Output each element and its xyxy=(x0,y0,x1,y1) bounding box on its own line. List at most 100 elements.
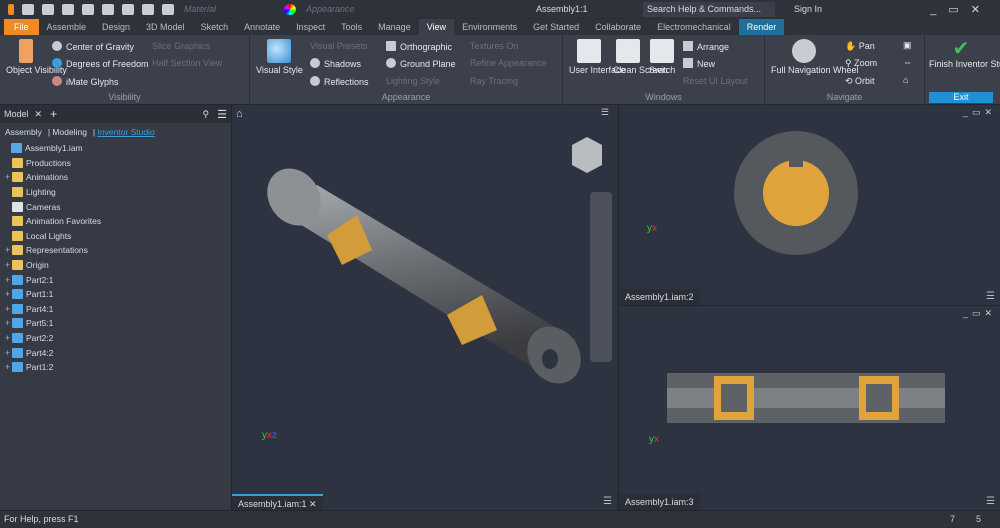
tab-inspect[interactable]: Inspect xyxy=(288,19,333,35)
zoom-button[interactable]: ⚲ Zoom xyxy=(845,58,877,69)
viewport-menu-icon[interactable]: ☰ xyxy=(986,496,995,507)
save-icon[interactable] xyxy=(62,3,74,15)
zoom-all-icon[interactable]: ⇔ xyxy=(903,57,912,67)
tree-node[interactable]: + Part4:2 xyxy=(0,345,231,360)
viewport-side[interactable]: _▭✕ yx Assembly1.iam:3 ☰ xyxy=(618,305,1000,510)
tree-node[interactable]: Cameras xyxy=(0,199,231,214)
tab-manage[interactable]: Manage xyxy=(370,19,419,35)
viewport-top[interactable]: _▭✕ yx Assembly1.iam:2 ☰ xyxy=(618,105,1000,305)
material-select[interactable]: Material xyxy=(184,4,254,14)
tree-node[interactable]: + Part2:1 xyxy=(0,272,231,287)
lighting-style-select[interactable]: Lighting Style xyxy=(386,76,440,86)
home-icon[interactable] xyxy=(122,3,134,15)
degrees-of-freedom-button[interactable]: Degrees of Freedom xyxy=(52,58,149,69)
tree-node[interactable]: + Origin xyxy=(0,258,231,273)
user-interface-button[interactable]: User Interface xyxy=(569,39,626,76)
undo-icon[interactable] xyxy=(82,3,94,15)
ray-tracing-button[interactable]: Ray Tracing xyxy=(470,76,518,86)
tree-node[interactable]: Animation Favorites xyxy=(0,214,231,229)
slice-graphics-button[interactable]: Slice Graphics xyxy=(152,41,210,51)
open-icon[interactable] xyxy=(42,3,54,15)
tree-node[interactable]: Productions xyxy=(0,156,231,171)
browser-tab-inventor-studio[interactable]: Inventor Studio xyxy=(98,127,155,137)
tab-sketch[interactable]: Sketch xyxy=(193,19,237,35)
tab-environments[interactable]: Environments xyxy=(454,19,525,35)
tree-node[interactable]: Local Lights xyxy=(0,229,231,244)
select-icon[interactable] xyxy=(162,3,174,15)
tab-assemble[interactable]: Assemble xyxy=(39,19,95,35)
browser-title-tab[interactable]: Model xyxy=(4,109,29,119)
orbit-button[interactable]: ⟲ Orbit xyxy=(845,76,875,87)
textures-on-button[interactable]: Textures On xyxy=(470,41,519,51)
finish-inventor-studio-button[interactable]: ✔Finish Inventor Studio xyxy=(929,39,1000,70)
center-of-gravity-button[interactable]: Center of Gravity xyxy=(52,41,134,52)
full-navigation-wheel-button[interactable]: Full Navigation Wheel xyxy=(771,39,859,76)
pan-button[interactable]: ✋ Pan xyxy=(845,41,875,52)
viewport-tab-1[interactable]: Assembly1.iam:1 ✕ xyxy=(232,494,323,510)
expand-icon[interactable]: + xyxy=(3,260,12,270)
visual-style-button[interactable]: Visual Style xyxy=(256,39,303,76)
tab-render[interactable]: Render xyxy=(738,19,785,35)
viewport-tab-2[interactable]: Assembly1.iam:2 xyxy=(619,289,700,305)
tab-collaborate[interactable]: Collaborate xyxy=(587,19,649,35)
look-at-icon[interactable]: ▣ xyxy=(903,40,912,51)
clean-screen-button[interactable]: Clean Screen xyxy=(613,39,668,76)
expand-icon[interactable]: + xyxy=(3,172,12,182)
add-tab-icon[interactable]: + xyxy=(50,107,57,121)
viewport-menu-icon[interactable]: ☰ xyxy=(603,496,612,507)
home-view-icon[interactable]: ⌂ xyxy=(903,75,908,85)
new-icon[interactable] xyxy=(22,3,34,15)
expand-icon[interactable]: + xyxy=(3,348,12,358)
reset-ui-layout-button[interactable]: Reset UI Layout xyxy=(683,76,748,86)
visual-presets-select[interactable]: Visual Presets xyxy=(310,41,367,51)
window-controls[interactable]: _▭✕ xyxy=(930,3,992,16)
viewport-main[interactable]: ⌂ ☰ yxz Assembly1.iam:1 ✕ ☰ xyxy=(232,105,617,510)
tree-node[interactable]: Lighting xyxy=(0,185,231,200)
tab-annotate[interactable]: Annotate xyxy=(236,19,288,35)
switch-button[interactable]: Switch xyxy=(647,39,677,76)
arrange-button[interactable]: Arrange xyxy=(683,41,729,52)
tab-tools[interactable]: Tools xyxy=(333,19,370,35)
sign-in-button[interactable]: Sign In xyxy=(794,4,822,14)
expand-icon[interactable]: + xyxy=(3,304,12,314)
tab-get-started[interactable]: Get Started xyxy=(525,19,587,35)
redo-icon[interactable] xyxy=(102,3,114,15)
tree-node[interactable]: + Part1:2 xyxy=(0,360,231,375)
expand-icon[interactable]: + xyxy=(3,333,12,343)
tree-node[interactable]: + Animations xyxy=(0,170,231,185)
imate-glyphs-button[interactable]: iMate Glyphs xyxy=(52,76,119,87)
tab-view[interactable]: View xyxy=(418,19,455,35)
expand-icon[interactable]: + xyxy=(3,275,12,285)
reflections-button[interactable]: Reflections xyxy=(310,76,369,87)
tree-node[interactable]: Assembly1.iam xyxy=(0,141,231,156)
tab-design[interactable]: Design xyxy=(94,19,138,35)
browser-tab-assembly[interactable]: Assembly xyxy=(5,127,42,137)
tree-node[interactable]: + Part4:1 xyxy=(0,302,231,317)
tab-file[interactable]: File xyxy=(4,19,39,35)
tree-node[interactable]: + Part5:1 xyxy=(0,316,231,331)
object-visibility-button[interactable]: Object Visibility xyxy=(6,39,67,76)
ground-plane-button[interactable]: Ground Plane xyxy=(386,58,456,69)
menu-icon[interactable]: ☰ xyxy=(217,108,227,121)
expand-icon[interactable]: + xyxy=(3,289,12,299)
tab-electromechanical[interactable]: Electromechanical xyxy=(649,19,739,35)
view-cube[interactable] xyxy=(572,137,602,173)
new-window-button[interactable]: New xyxy=(683,58,715,69)
search-help-input[interactable]: Search Help & Commands... xyxy=(643,1,775,17)
viewport-menu-icon[interactable]: ☰ xyxy=(986,291,995,302)
navigation-bar[interactable] xyxy=(590,192,612,362)
tree-node[interactable]: + Part2:2 xyxy=(0,331,231,346)
viewport-tab-3[interactable]: Assembly1.iam:3 xyxy=(619,494,700,510)
browser-tab-modeling[interactable]: Modeling xyxy=(52,127,87,137)
close-icon[interactable]: ✕ xyxy=(35,109,43,120)
appearance-select[interactable]: Appearance xyxy=(306,4,376,14)
expand-icon[interactable]: + xyxy=(3,245,12,255)
tree-node[interactable]: + Representations xyxy=(0,243,231,258)
expand-icon[interactable]: + xyxy=(3,318,12,328)
orthographic-button[interactable]: Orthographic xyxy=(386,41,452,52)
update-icon[interactable] xyxy=(142,3,154,15)
tab-3d-model[interactable]: 3D Model xyxy=(138,19,193,35)
shadows-button[interactable]: Shadows xyxy=(310,58,361,69)
half-section-view-button[interactable]: Half Section View xyxy=(152,58,222,68)
expand-icon[interactable]: + xyxy=(3,362,12,372)
